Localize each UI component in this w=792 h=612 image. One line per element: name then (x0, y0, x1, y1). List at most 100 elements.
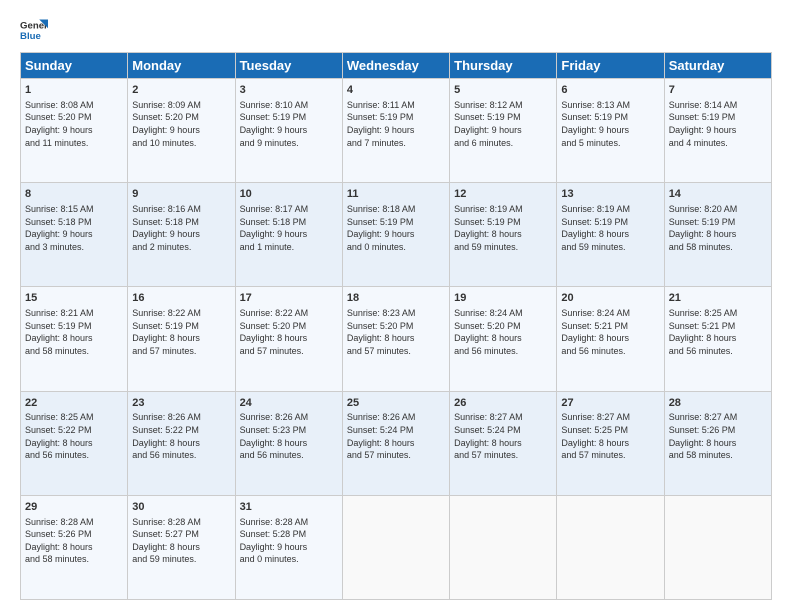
week-row-5: 29Sunrise: 8:28 AM Sunset: 5:26 PM Dayli… (21, 495, 772, 599)
day-number: 9 (132, 187, 230, 202)
calendar-cell: 27Sunrise: 8:27 AM Sunset: 5:25 PM Dayli… (557, 391, 664, 495)
cell-content: Sunrise: 8:11 AM Sunset: 5:19 PM Dayligh… (347, 99, 445, 149)
day-number: 22 (25, 396, 123, 411)
cell-content: Sunrise: 8:27 AM Sunset: 5:26 PM Dayligh… (669, 411, 767, 461)
cell-content: Sunrise: 8:16 AM Sunset: 5:18 PM Dayligh… (132, 203, 230, 253)
calendar-cell: 17Sunrise: 8:22 AM Sunset: 5:20 PM Dayli… (235, 287, 342, 391)
calendar-table: SundayMondayTuesdayWednesdayThursdayFrid… (20, 52, 772, 600)
day-number: 29 (25, 500, 123, 515)
calendar-cell: 12Sunrise: 8:19 AM Sunset: 5:19 PM Dayli… (450, 183, 557, 287)
day-number: 28 (669, 396, 767, 411)
day-number: 17 (240, 291, 338, 306)
day-number: 16 (132, 291, 230, 306)
cell-content: Sunrise: 8:26 AM Sunset: 5:24 PM Dayligh… (347, 411, 445, 461)
calendar-cell: 24Sunrise: 8:26 AM Sunset: 5:23 PM Dayli… (235, 391, 342, 495)
calendar-cell: 11Sunrise: 8:18 AM Sunset: 5:19 PM Dayli… (342, 183, 449, 287)
cell-content: Sunrise: 8:26 AM Sunset: 5:22 PM Dayligh… (132, 411, 230, 461)
calendar-cell: 31Sunrise: 8:28 AM Sunset: 5:28 PM Dayli… (235, 495, 342, 599)
week-row-3: 15Sunrise: 8:21 AM Sunset: 5:19 PM Dayli… (21, 287, 772, 391)
calendar-cell: 4Sunrise: 8:11 AM Sunset: 5:19 PM Daylig… (342, 79, 449, 183)
cell-content: Sunrise: 8:14 AM Sunset: 5:19 PM Dayligh… (669, 99, 767, 149)
calendar-cell: 15Sunrise: 8:21 AM Sunset: 5:19 PM Dayli… (21, 287, 128, 391)
cell-content: Sunrise: 8:20 AM Sunset: 5:19 PM Dayligh… (669, 203, 767, 253)
day-number: 4 (347, 83, 445, 98)
col-header-monday: Monday (128, 53, 235, 79)
cell-content: Sunrise: 8:13 AM Sunset: 5:19 PM Dayligh… (561, 99, 659, 149)
calendar-cell: 5Sunrise: 8:12 AM Sunset: 5:19 PM Daylig… (450, 79, 557, 183)
cell-content: Sunrise: 8:25 AM Sunset: 5:22 PM Dayligh… (25, 411, 123, 461)
cell-content: Sunrise: 8:19 AM Sunset: 5:19 PM Dayligh… (454, 203, 552, 253)
calendar-cell: 13Sunrise: 8:19 AM Sunset: 5:19 PM Dayli… (557, 183, 664, 287)
cell-content: Sunrise: 8:24 AM Sunset: 5:21 PM Dayligh… (561, 307, 659, 357)
cell-content: Sunrise: 8:23 AM Sunset: 5:20 PM Dayligh… (347, 307, 445, 357)
col-header-saturday: Saturday (664, 53, 771, 79)
week-row-1: 1Sunrise: 8:08 AM Sunset: 5:20 PM Daylig… (21, 79, 772, 183)
cell-content: Sunrise: 8:21 AM Sunset: 5:19 PM Dayligh… (25, 307, 123, 357)
day-number: 12 (454, 187, 552, 202)
col-header-sunday: Sunday (21, 53, 128, 79)
day-number: 25 (347, 396, 445, 411)
cell-content: Sunrise: 8:09 AM Sunset: 5:20 PM Dayligh… (132, 99, 230, 149)
svg-text:Blue: Blue (20, 31, 41, 42)
calendar-cell: 3Sunrise: 8:10 AM Sunset: 5:19 PM Daylig… (235, 79, 342, 183)
header-row: SundayMondayTuesdayWednesdayThursdayFrid… (21, 53, 772, 79)
logo: General Blue (20, 16, 48, 44)
calendar-cell: 8Sunrise: 8:15 AM Sunset: 5:18 PM Daylig… (21, 183, 128, 287)
day-number: 30 (132, 500, 230, 515)
cell-content: Sunrise: 8:17 AM Sunset: 5:18 PM Dayligh… (240, 203, 338, 253)
calendar-cell (664, 495, 771, 599)
cell-content: Sunrise: 8:18 AM Sunset: 5:19 PM Dayligh… (347, 203, 445, 253)
col-header-thursday: Thursday (450, 53, 557, 79)
day-number: 11 (347, 187, 445, 202)
col-header-friday: Friday (557, 53, 664, 79)
calendar-cell: 9Sunrise: 8:16 AM Sunset: 5:18 PM Daylig… (128, 183, 235, 287)
calendar-cell: 30Sunrise: 8:28 AM Sunset: 5:27 PM Dayli… (128, 495, 235, 599)
cell-content: Sunrise: 8:08 AM Sunset: 5:20 PM Dayligh… (25, 99, 123, 149)
day-number: 31 (240, 500, 338, 515)
day-number: 15 (25, 291, 123, 306)
calendar-cell: 21Sunrise: 8:25 AM Sunset: 5:21 PM Dayli… (664, 287, 771, 391)
calendar-cell: 2Sunrise: 8:09 AM Sunset: 5:20 PM Daylig… (128, 79, 235, 183)
header: General Blue (20, 16, 772, 44)
day-number: 6 (561, 83, 659, 98)
page: General Blue SundayMondayTuesdayWednesda… (0, 0, 792, 612)
cell-content: Sunrise: 8:24 AM Sunset: 5:20 PM Dayligh… (454, 307, 552, 357)
day-number: 24 (240, 396, 338, 411)
cell-content: Sunrise: 8:27 AM Sunset: 5:24 PM Dayligh… (454, 411, 552, 461)
calendar-cell: 7Sunrise: 8:14 AM Sunset: 5:19 PM Daylig… (664, 79, 771, 183)
day-number: 20 (561, 291, 659, 306)
cell-content: Sunrise: 8:27 AM Sunset: 5:25 PM Dayligh… (561, 411, 659, 461)
day-number: 8 (25, 187, 123, 202)
cell-content: Sunrise: 8:10 AM Sunset: 5:19 PM Dayligh… (240, 99, 338, 149)
day-number: 5 (454, 83, 552, 98)
calendar-cell: 1Sunrise: 8:08 AM Sunset: 5:20 PM Daylig… (21, 79, 128, 183)
calendar-cell: 20Sunrise: 8:24 AM Sunset: 5:21 PM Dayli… (557, 287, 664, 391)
col-header-tuesday: Tuesday (235, 53, 342, 79)
day-number: 7 (669, 83, 767, 98)
calendar-cell (342, 495, 449, 599)
calendar-cell: 16Sunrise: 8:22 AM Sunset: 5:19 PM Dayli… (128, 287, 235, 391)
calendar-cell: 26Sunrise: 8:27 AM Sunset: 5:24 PM Dayli… (450, 391, 557, 495)
day-number: 14 (669, 187, 767, 202)
day-number: 23 (132, 396, 230, 411)
cell-content: Sunrise: 8:28 AM Sunset: 5:28 PM Dayligh… (240, 516, 338, 566)
logo-icon: General Blue (20, 16, 48, 44)
calendar-cell: 28Sunrise: 8:27 AM Sunset: 5:26 PM Dayli… (664, 391, 771, 495)
cell-content: Sunrise: 8:15 AM Sunset: 5:18 PM Dayligh… (25, 203, 123, 253)
week-row-4: 22Sunrise: 8:25 AM Sunset: 5:22 PM Dayli… (21, 391, 772, 495)
day-number: 1 (25, 83, 123, 98)
day-number: 2 (132, 83, 230, 98)
calendar-cell: 23Sunrise: 8:26 AM Sunset: 5:22 PM Dayli… (128, 391, 235, 495)
week-row-2: 8Sunrise: 8:15 AM Sunset: 5:18 PM Daylig… (21, 183, 772, 287)
day-number: 10 (240, 187, 338, 202)
day-number: 13 (561, 187, 659, 202)
day-number: 18 (347, 291, 445, 306)
cell-content: Sunrise: 8:19 AM Sunset: 5:19 PM Dayligh… (561, 203, 659, 253)
cell-content: Sunrise: 8:12 AM Sunset: 5:19 PM Dayligh… (454, 99, 552, 149)
day-number: 26 (454, 396, 552, 411)
day-number: 3 (240, 83, 338, 98)
calendar-cell: 18Sunrise: 8:23 AM Sunset: 5:20 PM Dayli… (342, 287, 449, 391)
calendar-cell: 22Sunrise: 8:25 AM Sunset: 5:22 PM Dayli… (21, 391, 128, 495)
calendar-cell: 6Sunrise: 8:13 AM Sunset: 5:19 PM Daylig… (557, 79, 664, 183)
cell-content: Sunrise: 8:26 AM Sunset: 5:23 PM Dayligh… (240, 411, 338, 461)
